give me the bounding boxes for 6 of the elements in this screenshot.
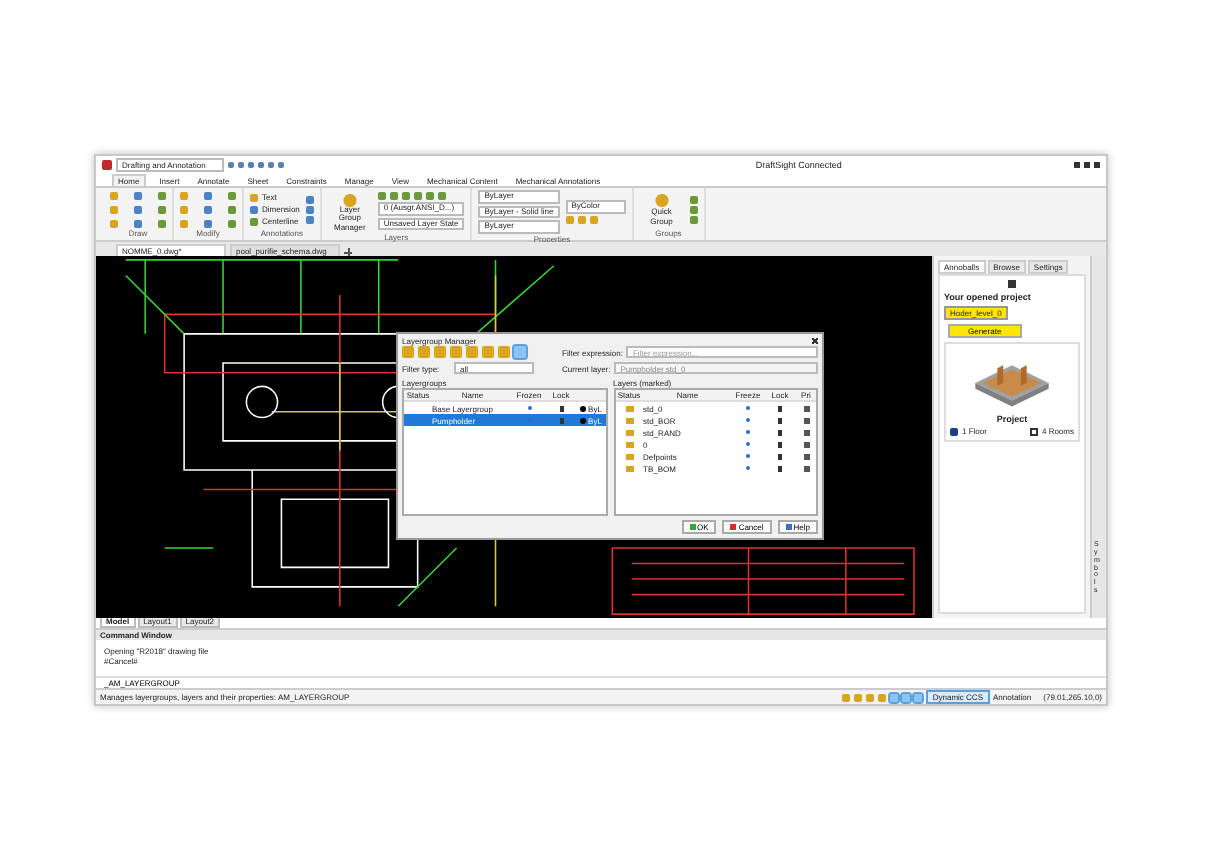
color-swatch-icon [580,417,587,423]
add-tab-icon[interactable] [344,248,352,256]
close-icon[interactable] [812,337,818,343]
color-swatch-icon [580,405,587,411]
app-logo-icon [102,160,112,170]
house-model-drawing [975,365,1049,407]
